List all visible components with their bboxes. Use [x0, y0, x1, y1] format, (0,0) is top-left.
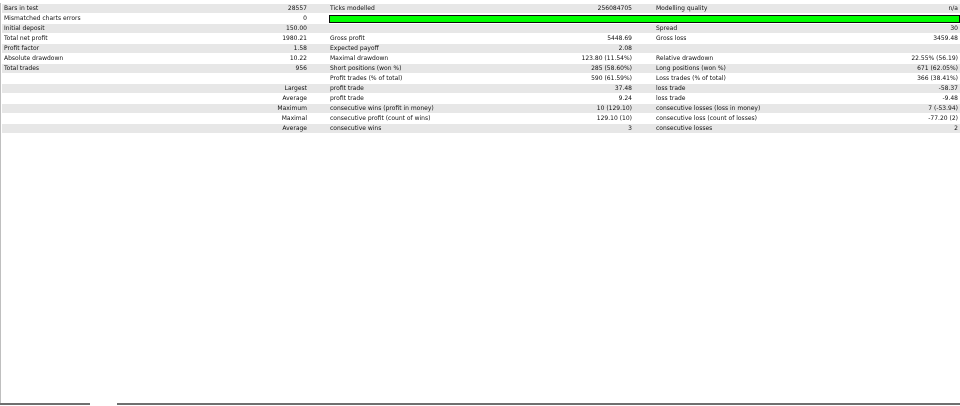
total-net-profit-value: 1980.21 [282, 35, 307, 42]
consecutive-wins-money-value: 10 (129.10) [596, 105, 632, 112]
report-row-total-trades: Total trades 956 Short positions (won %)… [2, 63, 960, 73]
total-net-profit-label: Total net profit [4, 35, 48, 42]
report-row-profit-trades: Profit trades (% of total) 590 (61.59%) … [2, 73, 960, 83]
report-row-profit-factor: Profit factor 1.58 Expected payoff 2.08 [2, 43, 960, 53]
short-positions-value: 285 (58.60%) [591, 65, 632, 72]
maximum-label: Maximum [277, 105, 307, 112]
largest-label: Largest [284, 85, 307, 92]
total-trades-value: 956 [295, 65, 307, 72]
total-trades-label: Total trades [4, 65, 40, 72]
expected-payoff-value: 2.08 [618, 45, 632, 52]
panel-left-border [0, 3, 1, 404]
largest-loss-trade-value: -58.37 [938, 85, 958, 92]
gross-loss-value: 3459.48 [933, 35, 958, 42]
initial-deposit-value: 150.00 [286, 25, 307, 32]
initial-deposit-label: Initial deposit [4, 25, 45, 32]
average-loss-trade-value: -9.48 [942, 95, 958, 102]
mismatched-errors-label: Mismatched charts errors [4, 15, 81, 22]
average-consecutive-label: Average [282, 125, 307, 132]
report-row-mismatched: Mismatched charts errors 0 [2, 13, 960, 23]
horizontal-scrollbar-left[interactable] [0, 403, 90, 405]
report-row-net-profit: Total net profit 1980.21 Gross profit 54… [2, 33, 960, 43]
report-row-drawdown: Absolute drawdown 10.22 Maximal drawdown… [2, 53, 960, 63]
consecutive-wins-value: 3 [628, 125, 632, 132]
report-row-bars: Bars in test 28557 Ticks modelled 256084… [2, 3, 960, 13]
average-label: Average [282, 95, 307, 102]
average-profit-trade-value: 9.24 [618, 95, 632, 102]
modelling-quality-bar [329, 15, 960, 23]
relative-drawdown-value: 22.55% (56.19) [911, 55, 958, 62]
strategy-report-table: Bars in test 28557 Ticks modelled 256084… [2, 3, 960, 133]
absolute-drawdown-value: 10.22 [289, 55, 307, 62]
profit-factor-value: 1.58 [293, 45, 307, 52]
maximal-drawdown-value: 123.80 (11.54%) [581, 55, 632, 62]
report-row-deposit: Initial deposit 150.00 Spread 30 [2, 23, 960, 33]
report-row-largest: Largest profit trade 37.48 loss trade -5… [2, 83, 960, 93]
gross-profit-value: 5448.69 [607, 35, 632, 42]
ticks-modelled-value: 256084705 [597, 5, 632, 12]
profit-factor-label: Profit factor [4, 45, 40, 52]
bars-in-test-value: 28557 [287, 5, 307, 12]
report-row-average-trade: Average profit trade 9.24 loss trade -9.… [2, 93, 960, 103]
report-row-maximal: Maximal consecutive profit (count of win… [2, 113, 960, 123]
long-positions-value: 671 (62.05%) [917, 65, 958, 72]
profit-trades-value: 590 (61.59%) [591, 75, 632, 82]
largest-profit-trade-value: 37.48 [614, 85, 632, 92]
spread-value: 30 [950, 25, 958, 32]
mismatched-errors-value: 0 [303, 15, 307, 22]
consecutive-losses-money-value: 7 (-53.94) [928, 105, 958, 112]
consecutive-profit-count-value: 129.10 (10) [596, 115, 632, 122]
consecutive-losses-value: 2 [954, 125, 958, 132]
consecutive-loss-count-value: -77.20 (2) [928, 115, 958, 122]
maximal-label: Maximal [281, 115, 307, 122]
loss-trades-value: 366 (38.41%) [917, 75, 958, 82]
modelling-quality-value: n/a [948, 5, 958, 12]
horizontal-scrollbar-track[interactable] [117, 403, 960, 405]
absolute-drawdown-label: Absolute drawdown [4, 55, 64, 62]
bars-in-test-label: Bars in test [4, 5, 39, 12]
report-row-average-consecutive: Average consecutive wins 3 consecutive l… [2, 123, 960, 133]
report-row-maximum: Maximum consecutive wins (profit in mone… [2, 103, 960, 113]
